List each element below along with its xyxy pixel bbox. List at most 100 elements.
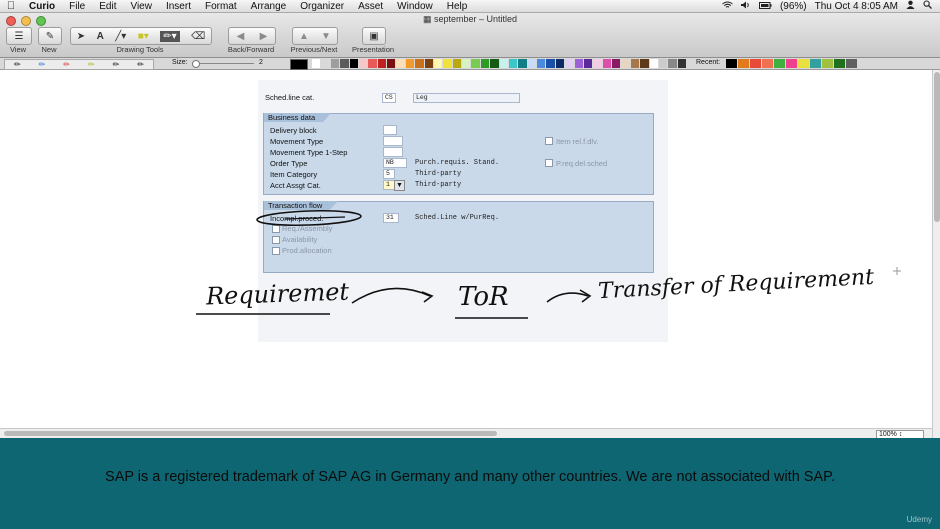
palette-swatch[interactable] xyxy=(433,59,443,68)
palette-swatch[interactable] xyxy=(593,59,602,68)
palette-swatch[interactable] xyxy=(330,59,340,68)
recent-color-swatch[interactable] xyxy=(786,59,797,68)
palette-swatch[interactable] xyxy=(340,59,349,68)
view-button[interactable]: ☰ xyxy=(6,27,32,45)
document-canvas[interactable]: Sched.line cat. CS Leg Business data Del… xyxy=(0,70,932,428)
previous-icon[interactable]: ▲ xyxy=(299,31,309,42)
menu-window[interactable]: Window xyxy=(390,1,440,12)
palette-swatch[interactable] xyxy=(555,59,565,68)
pen-style-group: ✏ ✏ ✏ ✏ ✏ ✏ xyxy=(4,59,154,70)
palette-swatch[interactable] xyxy=(312,59,321,68)
recent-color-swatch[interactable] xyxy=(822,59,833,68)
recent-color-swatch[interactable] xyxy=(810,59,821,68)
menu-organizer[interactable]: Organizer xyxy=(293,1,351,12)
menu-file[interactable]: File xyxy=(62,1,92,12)
menu-insert[interactable]: Insert xyxy=(159,1,198,12)
palette-swatch[interactable] xyxy=(462,59,471,68)
menu-view[interactable]: View xyxy=(123,1,159,12)
menu-help[interactable]: Help xyxy=(440,1,475,12)
user-icon[interactable] xyxy=(906,0,915,12)
vertical-scroll-thumb[interactable] xyxy=(934,72,940,222)
palette-swatch[interactable] xyxy=(565,59,574,68)
spotlight-search-icon[interactable] xyxy=(923,0,932,12)
palette-swatch[interactable] xyxy=(583,59,593,68)
presentation-icon: ▣ xyxy=(369,30,379,42)
recent-color-swatch[interactable] xyxy=(774,59,785,68)
menu-arrange[interactable]: Arrange xyxy=(244,1,294,12)
marker-blue-icon[interactable]: ✏ xyxy=(39,60,46,69)
eraser-tool-icon[interactable]: ⌫ xyxy=(191,31,205,42)
palette-swatch[interactable] xyxy=(630,59,640,68)
recent-color-swatch[interactable] xyxy=(798,59,809,68)
recent-color-swatch[interactable] xyxy=(762,59,773,68)
palette-swatch[interactable] xyxy=(621,59,630,68)
palette-swatch[interactable] xyxy=(499,59,508,68)
line-tool-icon[interactable]: ╱▾ xyxy=(115,31,126,42)
text-tool-icon[interactable]: A xyxy=(97,31,104,42)
palette-swatch[interactable] xyxy=(387,59,396,68)
brush-icon[interactable]: ✏ xyxy=(113,60,120,69)
palette-swatch[interactable] xyxy=(649,59,658,68)
palette-swatch[interactable] xyxy=(415,59,424,68)
palette-swatch[interactable] xyxy=(658,59,668,68)
current-color-swatch[interactable] xyxy=(290,59,308,70)
menu-edit[interactable]: Edit xyxy=(92,1,123,12)
presentation-button[interactable]: ▣ xyxy=(362,27,386,45)
palette-swatch[interactable] xyxy=(471,59,480,68)
clock[interactable]: Thu Oct 4 8:05 AM xyxy=(815,1,898,12)
palette-swatch[interactable] xyxy=(527,59,536,68)
view-label: View xyxy=(9,45,27,54)
palette-swatch[interactable] xyxy=(518,59,527,68)
marker-red-icon[interactable]: ✏ xyxy=(63,60,70,69)
palette-swatch[interactable] xyxy=(480,59,490,68)
palette-swatch[interactable] xyxy=(612,59,621,68)
palette-swatch[interactable] xyxy=(668,59,677,68)
calligraphy-icon[interactable]: ✏ xyxy=(137,60,144,69)
vertical-scrollbar[interactable] xyxy=(932,70,940,438)
pencil-icon[interactable]: ✏ xyxy=(14,60,21,69)
palette-swatch[interactable] xyxy=(508,59,518,68)
palette-swatch[interactable] xyxy=(677,59,686,68)
palette-swatch[interactable] xyxy=(321,59,330,68)
recent-color-swatch[interactable] xyxy=(738,59,749,68)
palette-swatch[interactable] xyxy=(358,59,368,68)
pointer-tool-icon[interactable]: ➤ xyxy=(77,31,85,42)
recent-color-swatch[interactable] xyxy=(750,59,761,68)
palette-swatch[interactable] xyxy=(602,59,611,68)
back-arrow-icon[interactable]: ◀ xyxy=(237,31,245,42)
recent-colors[interactable] xyxy=(726,59,866,68)
menu-asset[interactable]: Asset xyxy=(351,1,390,12)
highlighter-icon[interactable]: ✏ xyxy=(88,60,95,69)
recent-color-swatch[interactable] xyxy=(726,59,737,68)
color-palette[interactable] xyxy=(312,59,687,68)
palette-swatch[interactable] xyxy=(349,59,358,68)
palette-swatch[interactable] xyxy=(452,59,461,68)
palette-swatch[interactable] xyxy=(546,59,555,68)
battery-icon[interactable] xyxy=(758,1,772,12)
palette-swatch[interactable] xyxy=(490,59,499,68)
horizontal-scroll-thumb[interactable] xyxy=(4,431,497,436)
volume-icon[interactable] xyxy=(740,1,751,12)
apple-icon[interactable]:  xyxy=(0,0,22,12)
palette-swatch[interactable] xyxy=(574,59,583,68)
palette-swatch[interactable] xyxy=(377,59,386,68)
forward-arrow-icon[interactable]: ▶ xyxy=(260,31,268,42)
menu-app-curio[interactable]: Curio xyxy=(22,1,62,12)
palette-swatch[interactable] xyxy=(537,59,546,68)
menu-format[interactable]: Format xyxy=(198,1,244,12)
pen-tool-icon[interactable]: ✏▾ xyxy=(160,30,180,42)
palette-swatch[interactable] xyxy=(640,59,649,68)
recent-color-swatch[interactable] xyxy=(834,59,845,68)
wifi-icon[interactable] xyxy=(722,1,733,12)
next-icon[interactable]: ▼ xyxy=(321,31,331,42)
palette-swatch[interactable] xyxy=(405,59,415,68)
recent-color-swatch[interactable] xyxy=(846,59,857,68)
size-slider[interactable] xyxy=(192,60,254,68)
palette-swatch[interactable] xyxy=(443,59,452,68)
palette-swatch[interactable] xyxy=(396,59,405,68)
new-button[interactable]: ✎ xyxy=(38,27,62,45)
palette-swatch[interactable] xyxy=(368,59,377,68)
size-slider-handle[interactable] xyxy=(192,60,200,68)
palette-swatch[interactable] xyxy=(424,59,433,68)
shape-tool-icon[interactable]: ■▾ xyxy=(138,31,149,42)
